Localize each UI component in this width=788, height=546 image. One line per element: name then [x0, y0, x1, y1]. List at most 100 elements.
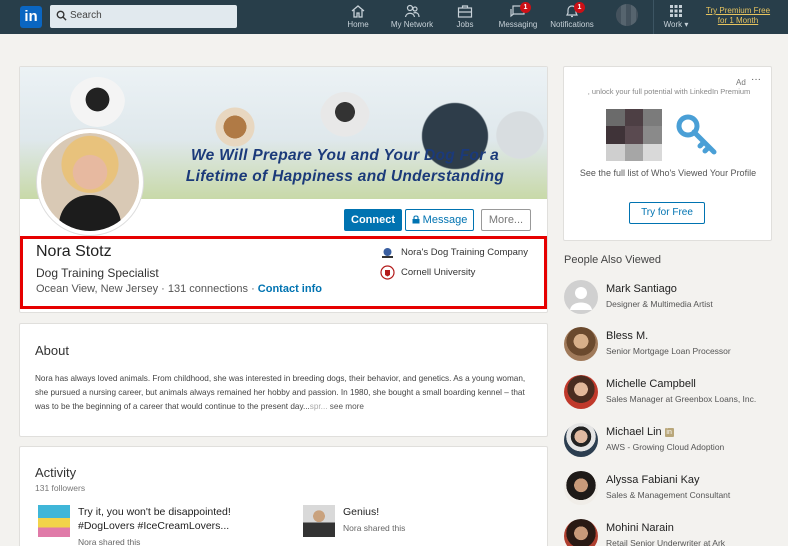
avatar	[564, 280, 598, 314]
person-name: Michael Lin in	[606, 426, 674, 438]
profile-location: Ocean View, New Jersey	[36, 283, 159, 295]
post-thumbnail	[38, 505, 70, 537]
avatar	[564, 327, 598, 361]
nav-notifications-label: Notifications	[550, 20, 594, 29]
grid-icon	[670, 5, 682, 17]
person-title: Retail Senior Underwriter at Ark	[606, 538, 726, 546]
nav-work-label: Work ▾	[663, 20, 689, 29]
meta-separator: ·	[251, 283, 258, 295]
activity-post-1[interactable]: Try it, you won't be disappointed! #DogL…	[38, 505, 288, 546]
post-text: Try it, you won't be disappointed! #DogL…	[78, 505, 231, 533]
notifications-badge: 1	[574, 2, 585, 13]
ad-card: Ad ··· , unlock your full potential with…	[563, 66, 772, 241]
search-icon	[56, 10, 67, 21]
about-text: Nora has always loved animals. From chil…	[35, 372, 535, 414]
person-name: Mark Santiago	[606, 283, 677, 295]
profile-name: Nora Stotz	[36, 243, 112, 260]
nav-home-label: Home	[347, 20, 369, 29]
about-title: About	[35, 343, 69, 358]
people-also-viewed-item[interactable]: Michelle Campbell Sales Manager at Green…	[564, 375, 784, 415]
banner-headline-2: Lifetime of Happiness and Understanding	[185, 168, 505, 185]
search-input[interactable]: Search	[70, 10, 102, 21]
search-bar[interactable]: Search	[50, 5, 237, 28]
meta-separator: ·	[161, 283, 168, 295]
ad-options-icon[interactable]: ···	[751, 74, 761, 85]
post-line-1: Try it, you won't be disappointed!	[78, 506, 231, 518]
nav-home[interactable]: Home	[345, 4, 371, 32]
avatar	[564, 519, 598, 546]
profile-headline: Dog Training Specialist	[36, 266, 159, 280]
me-avatar[interactable]	[616, 4, 638, 26]
about-fade: spr...	[309, 402, 328, 411]
people-also-viewed-item[interactable]: Mohini Narain Retail Senior Underwriter …	[564, 519, 784, 546]
university-seal-icon	[380, 265, 395, 280]
dog-illustration-3	[320, 92, 370, 142]
nav-messaging-label: Messaging	[498, 20, 538, 29]
messaging-badge: 1	[520, 2, 531, 13]
company-logo-icon	[380, 245, 395, 260]
avatar	[564, 471, 598, 505]
activity-card: Activity 131 followers Try it, you won't…	[19, 446, 548, 546]
about-card: About Nora has always loved animals. Fro…	[19, 323, 548, 437]
premium-line-2: for 1 Month	[717, 16, 759, 25]
post-shared-by: Nora shared this	[78, 537, 141, 546]
blurred-viewer-avatar	[606, 109, 662, 161]
ad-tagline: , unlock your full potential with Linked…	[587, 87, 751, 96]
premium-line-1: Try Premium Free	[705, 6, 771, 15]
default-avatar-icon	[570, 287, 592, 310]
education-school[interactable]: Cornell University	[380, 265, 475, 280]
premium-link[interactable]: Try Premium Free for 1 Month	[700, 6, 776, 26]
profile-avatar[interactable]	[37, 129, 143, 235]
followers-count: 131 followers	[35, 483, 86, 493]
post-text: Genius!	[343, 505, 379, 519]
post-thumbnail	[303, 505, 335, 537]
nav-work[interactable]: Work ▾	[662, 4, 690, 32]
person-name: Mohini Narain	[606, 522, 674, 534]
school-name: Cornell University	[401, 267, 476, 279]
avatar	[564, 375, 598, 409]
message-button-label: Message	[422, 214, 468, 226]
person-name: Bless M.	[606, 330, 649, 342]
current-company[interactable]: Nora's Dog Training Company	[380, 245, 528, 260]
connect-button[interactable]: Connect	[344, 209, 402, 231]
person-title: Sales Manager at Greenbox Loans, Inc.	[606, 394, 757, 404]
dog-illustration-2	[215, 107, 255, 147]
person-name: Alyssa Fabiani Kay	[606, 474, 700, 486]
activity-post-2[interactable]: Genius! Nora shared this	[303, 505, 533, 546]
person-title: Designer & Multimedia Artist	[606, 299, 713, 309]
message-button[interactable]: Message	[405, 209, 474, 231]
nav-jobs-label: Jobs	[456, 20, 474, 29]
see-more-link[interactable]: see more	[330, 402, 364, 411]
nav-messaging[interactable]: 1 Messaging	[496, 2, 540, 32]
nav-my-network-label: My Network	[390, 20, 434, 29]
linkedin-logo[interactable]: in	[20, 6, 42, 28]
people-also-viewed-item[interactable]: Bless M. Senior Mortgage Loan Processor	[564, 327, 784, 367]
nav-my-network[interactable]: My Network	[388, 4, 436, 32]
avatar	[564, 423, 598, 457]
post-shared-by: Nora shared this	[343, 523, 406, 533]
profile-connections[interactable]: 131 connections	[168, 283, 248, 295]
nav-divider	[653, 0, 654, 34]
network-icon	[404, 4, 420, 18]
nav-jobs[interactable]: Jobs	[454, 4, 476, 32]
person-title: Senior Mortgage Loan Processor	[606, 346, 731, 356]
company-name: Nora's Dog Training Company	[401, 247, 528, 259]
people-also-viewed-item[interactable]: Alyssa Fabiani Kay Sales & Management Co…	[564, 471, 784, 511]
ad-body-text: See the full list of Who's Viewed Your P…	[579, 168, 757, 178]
profile-card: We Will Prepare You and Your Dog For a L…	[19, 66, 548, 313]
post-line-2: #DogLovers #IceCreamLovers...	[78, 520, 230, 532]
people-also-viewed-item[interactable]: Mark Santiago Designer & Multimedia Arti…	[564, 280, 784, 320]
contact-info-link[interactable]: Contact info	[258, 283, 322, 295]
lock-icon	[412, 211, 420, 224]
person-title: AWS - Growing Cloud Adoption	[606, 442, 725, 452]
activity-title: Activity	[35, 465, 77, 480]
try-for-free-button[interactable]: Try for Free	[629, 202, 705, 224]
top-nav: in Search Home My Network Jobs 1 Messagi…	[0, 0, 788, 34]
profile-meta: Ocean View, New Jersey · 131 connections…	[36, 283, 322, 295]
ad-label: Ad	[736, 78, 746, 87]
more-button[interactable]: More...	[481, 209, 531, 231]
linkedin-premium-badge-icon: in	[664, 428, 674, 437]
people-also-viewed-item[interactable]: Michael Lin in AWS - Growing Cloud Adopti…	[564, 423, 784, 463]
person-name-text: Michael Lin	[606, 426, 662, 438]
nav-notifications[interactable]: 1 Notifications	[547, 2, 597, 32]
